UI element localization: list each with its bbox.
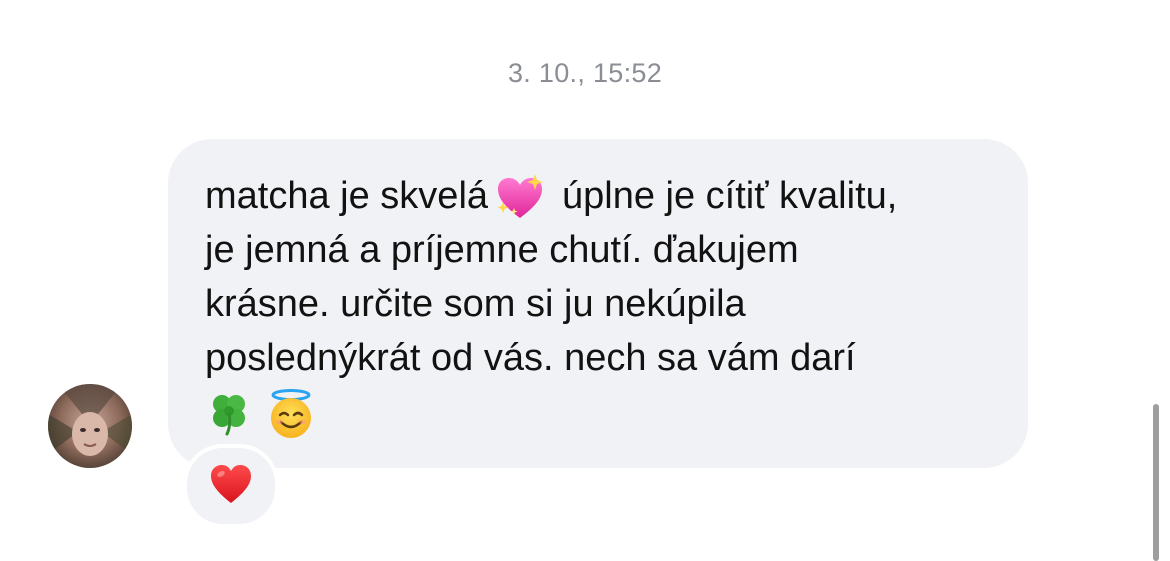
message-timestamp: 3. 10., 15:52 — [507, 58, 663, 88]
smiling-face-with-halo-icon — [265, 388, 313, 438]
message-line-2: je jemná a príjemne chutí. ďakujem — [205, 229, 799, 271]
message-text-1b: úplne je cítiť kvalitu, — [562, 175, 898, 217]
chat-screen: 3. 10., 15:52 matcha je skvelá úplne je … — [0, 0, 1170, 561]
red-heart-icon — [209, 463, 253, 510]
sender-avatar[interactable] — [48, 384, 132, 468]
four-leaf-clover-icon — [205, 388, 253, 436]
message-line-4: poslednýkrát od vás. nech sa vám darí — [205, 337, 856, 379]
message-bubble[interactable]: matcha je skvelá úplne je cítiť kvalitu,… — [168, 139, 1028, 468]
message-line-3: krásne. určite som si ju nekúpila — [205, 283, 746, 325]
scrollbar[interactable] — [1153, 404, 1159, 561]
message-reaction[interactable] — [183, 444, 279, 528]
message-line-1: matcha je skvelá úplne je cítiť kvalitu, — [205, 169, 992, 223]
avatar-image — [48, 384, 132, 468]
message-text-1: matcha je skvelá — [205, 175, 489, 217]
message-line-5 — [205, 385, 992, 439]
sparkling-heart-icon — [494, 172, 544, 220]
